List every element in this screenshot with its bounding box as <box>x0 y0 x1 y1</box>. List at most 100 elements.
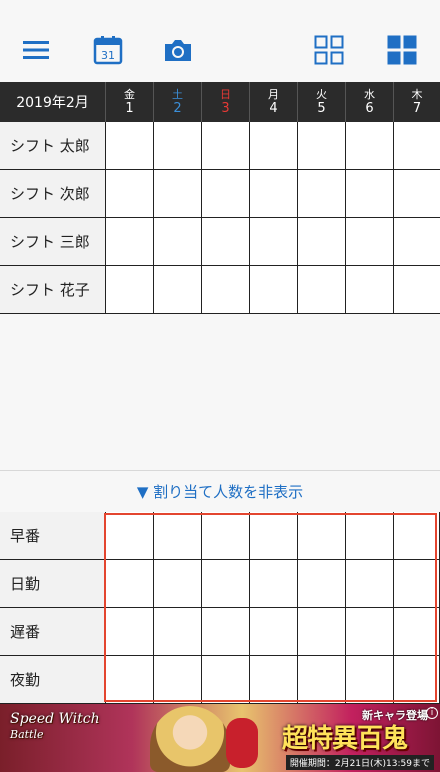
staff-name[interactable]: シフト 三郎 <box>0 218 106 265</box>
schedule-cell[interactable] <box>346 122 394 169</box>
count-cell[interactable] <box>394 608 440 655</box>
count-cell[interactable] <box>202 656 250 703</box>
ad-info-icon[interactable]: i <box>426 707 438 719</box>
weekday-label: 土 <box>172 88 183 101</box>
schedule-cell[interactable] <box>106 170 154 217</box>
toggle-assignment-count-button[interactable]: ▼ 割り当て人数を非表示 <box>0 470 440 512</box>
day-header: 火5 <box>298 82 346 122</box>
day-header: 水6 <box>346 82 394 122</box>
count-cell[interactable] <box>106 512 154 559</box>
count-cell[interactable] <box>346 512 394 559</box>
schedule-cell[interactable] <box>202 122 250 169</box>
calendar-icon[interactable]: 31 <box>92 34 124 66</box>
count-cell[interactable] <box>250 608 298 655</box>
shift-name[interactable]: 日勤 <box>0 560 106 607</box>
day-header: 土2 <box>154 82 202 122</box>
staff-row: シフト 三郎 <box>0 218 440 266</box>
day-header: 日3 <box>202 82 250 122</box>
staff-name[interactable]: シフト 次郎 <box>0 170 106 217</box>
schedule-cell[interactable] <box>298 266 346 313</box>
staff-row: シフト 花子 <box>0 266 440 314</box>
count-cell[interactable] <box>106 560 154 607</box>
count-cell[interactable] <box>154 608 202 655</box>
schedule-cell[interactable] <box>154 170 202 217</box>
count-cell[interactable] <box>250 512 298 559</box>
schedule-cell[interactable] <box>298 218 346 265</box>
month-label[interactable]: 2019年2月 <box>0 82 106 122</box>
count-cell[interactable] <box>394 512 440 559</box>
count-cell[interactable] <box>298 608 346 655</box>
count-cell[interactable] <box>106 608 154 655</box>
date-label: 2 <box>173 101 182 116</box>
count-cell[interactable] <box>346 560 394 607</box>
schedule-cell[interactable] <box>154 218 202 265</box>
count-cell[interactable] <box>250 656 298 703</box>
schedule-cell[interactable] <box>250 170 298 217</box>
ad-logo-line1: Speed Witch <box>10 711 100 727</box>
schedule-cell[interactable] <box>394 122 440 169</box>
date-label: 4 <box>269 101 278 116</box>
day-header: 月4 <box>250 82 298 122</box>
date-label: 3 <box>221 101 230 116</box>
schedule-cell[interactable] <box>394 266 440 313</box>
count-cell[interactable] <box>202 608 250 655</box>
shift-row: 早番 <box>0 512 440 560</box>
day-header: 木7 <box>394 82 440 122</box>
count-cell[interactable] <box>154 512 202 559</box>
schedule-cell[interactable] <box>154 122 202 169</box>
schedule-cell[interactable] <box>346 266 394 313</box>
schedule-cell[interactable] <box>394 218 440 265</box>
schedule-cell[interactable] <box>202 170 250 217</box>
count-cell[interactable] <box>346 608 394 655</box>
staff-name[interactable]: シフト 太郎 <box>0 122 106 169</box>
schedule-cell[interactable] <box>106 122 154 169</box>
toolbar: 31 <box>0 0 440 82</box>
ad-demon-image <box>226 718 258 768</box>
count-cell[interactable] <box>298 560 346 607</box>
schedule-cell[interactable] <box>250 266 298 313</box>
schedule-grid: 2019年2月 金1 土2 日3 月4 火5 水6 木7 シフト 太郎 シフト … <box>0 82 440 314</box>
weekday-label: 木 <box>411 88 423 101</box>
count-cell[interactable] <box>106 656 154 703</box>
schedule-cell[interactable] <box>298 170 346 217</box>
schedule-cell[interactable] <box>154 266 202 313</box>
ad-banner[interactable]: Speed Witch Battle 超特異百鬼 新キャラ登場 i 開催期間：2月… <box>0 704 440 772</box>
shift-count-grid: 早番 日勤 遅番 夜勤 <box>0 512 440 704</box>
schedule-cell[interactable] <box>394 170 440 217</box>
schedule-cell[interactable] <box>346 218 394 265</box>
count-cell[interactable] <box>298 512 346 559</box>
schedule-cell[interactable] <box>106 218 154 265</box>
menu-icon[interactable] <box>20 34 52 66</box>
count-cell[interactable] <box>154 656 202 703</box>
shift-name[interactable]: 遅番 <box>0 608 106 655</box>
shift-row: 遅番 <box>0 608 440 656</box>
grid-outline-icon[interactable] <box>313 34 345 66</box>
grid-filled-icon[interactable] <box>386 34 418 66</box>
shift-name[interactable]: 早番 <box>0 512 106 559</box>
count-cell[interactable] <box>202 560 250 607</box>
ad-logo-line2: Battle <box>10 728 44 741</box>
shift-name[interactable]: 夜勤 <box>0 656 106 703</box>
weekday-label: 金 <box>124 88 135 101</box>
day-header: 金1 <box>106 82 154 122</box>
staff-name[interactable]: シフト 花子 <box>0 266 106 313</box>
schedule-cell[interactable] <box>106 266 154 313</box>
count-cell[interactable] <box>298 656 346 703</box>
schedule-cell[interactable] <box>202 266 250 313</box>
schedule-cell[interactable] <box>250 122 298 169</box>
schedule-cell[interactable] <box>202 218 250 265</box>
weekday-label: 日 <box>220 88 231 101</box>
count-cell[interactable] <box>202 512 250 559</box>
camera-icon[interactable] <box>162 34 194 66</box>
date-label: 1 <box>125 101 134 116</box>
schedule-cell[interactable] <box>346 170 394 217</box>
weekday-label: 月 <box>268 88 279 101</box>
count-cell[interactable] <box>394 560 440 607</box>
schedule-cell[interactable] <box>298 122 346 169</box>
count-cell[interactable] <box>394 656 440 703</box>
count-cell[interactable] <box>250 560 298 607</box>
date-label: 5 <box>317 101 326 116</box>
count-cell[interactable] <box>346 656 394 703</box>
schedule-cell[interactable] <box>250 218 298 265</box>
count-cell[interactable] <box>154 560 202 607</box>
